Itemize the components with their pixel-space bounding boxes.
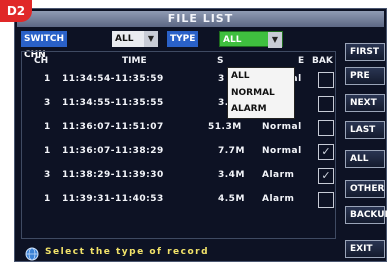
header-type: E bbox=[298, 56, 305, 66]
header-time: TIME bbox=[122, 56, 147, 66]
header-bak: BAK bbox=[312, 56, 333, 66]
channel-select-value: ALL bbox=[115, 34, 134, 44]
type-label: TYPE bbox=[167, 31, 199, 47]
pre-button[interactable]: PRE bbox=[345, 67, 385, 85]
backup-checkbox[interactable] bbox=[318, 120, 334, 136]
channel-select[interactable]: ALL ▼ bbox=[112, 31, 158, 47]
other-button[interactable]: OTHER bbox=[345, 180, 385, 198]
first-button[interactable]: FIRST bbox=[345, 43, 385, 61]
backup-checkbox[interactable] bbox=[318, 72, 334, 88]
header-ch: CH bbox=[34, 56, 49, 66]
cell-ch: 1 bbox=[44, 122, 51, 132]
header-size: S bbox=[217, 56, 224, 66]
cell-ch: 1 bbox=[44, 74, 51, 84]
chevron-down-icon[interactable]: ▼ bbox=[144, 31, 158, 47]
cell-ch: 3 bbox=[44, 170, 51, 180]
table-row[interactable]: 3 11:38:29-11:39:30 3.4M Alarm ✓ bbox=[22, 166, 337, 188]
last-button[interactable]: LAST bbox=[345, 121, 385, 139]
cell-time: 11:36:07-11:51:07 bbox=[62, 122, 164, 132]
table-row[interactable]: 1 11:39:31-11:40:53 4.5M Alarm bbox=[22, 190, 337, 212]
cell-type: Alarm bbox=[262, 194, 295, 204]
cell-time: 11:36:07-11:38:29 bbox=[62, 146, 164, 156]
table-row[interactable]: 1 11:36:07-11:38:29 7.7M Normal ✓ bbox=[22, 142, 337, 164]
cell-ch: 3 bbox=[44, 98, 51, 108]
backup-checkbox[interactable] bbox=[318, 96, 334, 112]
dropdown-option-normal[interactable]: NORMAL bbox=[231, 86, 275, 100]
type-select[interactable]: ALL ▼ bbox=[219, 31, 283, 48]
corner-badge: D2 bbox=[0, 0, 32, 22]
cell-time: 11:34:54-11:35:59 bbox=[62, 74, 164, 84]
dropdown-option-all[interactable]: ALL bbox=[231, 69, 249, 83]
file-list-window: FILE LIST SWITCH CHN ALL ▼ TYPE ALL ▼ CH… bbox=[14, 8, 387, 262]
status-message: Select the type of record bbox=[45, 247, 210, 257]
switch-chn-label: SWITCH CHN bbox=[21, 31, 68, 60]
cell-size: 3 bbox=[218, 74, 225, 84]
cell-time: 11:34:55-11:35:55 bbox=[62, 98, 164, 108]
exit-button[interactable]: EXIT bbox=[345, 240, 385, 258]
cell-type: Normal bbox=[262, 146, 302, 156]
cell-time: 11:39:31-11:40:53 bbox=[62, 194, 164, 204]
cell-ch: 1 bbox=[44, 194, 51, 204]
window-title: FILE LIST bbox=[17, 11, 384, 27]
cell-size: 3.4M bbox=[218, 170, 245, 180]
cell-ch: 1 bbox=[44, 146, 51, 156]
next-button[interactable]: NEXT bbox=[345, 94, 385, 112]
cell-type: Alarm bbox=[262, 170, 295, 180]
backup-checkbox[interactable] bbox=[318, 192, 334, 208]
type-select-value: ALL bbox=[223, 35, 242, 45]
cell-size: 51.3M bbox=[208, 122, 242, 132]
cell-type: Normal bbox=[262, 122, 302, 132]
backup-checkbox[interactable]: ✓ bbox=[318, 168, 334, 184]
cell-time: 11:38:29-11:39:30 bbox=[62, 170, 164, 180]
help-globe-icon bbox=[25, 246, 39, 265]
all-button[interactable]: ALL bbox=[345, 150, 385, 168]
cell-size: 7.7M bbox=[218, 146, 245, 156]
type-dropdown-menu: ALL NORMAL ALARM bbox=[227, 67, 295, 119]
chevron-down-icon[interactable]: ▼ bbox=[268, 32, 282, 48]
dropdown-option-alarm[interactable]: ALARM bbox=[231, 102, 267, 116]
backup-checkbox[interactable]: ✓ bbox=[318, 144, 334, 160]
table-row[interactable]: 1 11:36:07-11:51:07 51.3M Normal bbox=[22, 118, 337, 140]
cell-size: 4.5M bbox=[218, 194, 245, 204]
dvr-screen: FILE LIST SWITCH CHN ALL ▼ TYPE ALL ▼ CH… bbox=[0, 0, 387, 262]
backup-button[interactable]: BACKUP bbox=[345, 206, 387, 224]
